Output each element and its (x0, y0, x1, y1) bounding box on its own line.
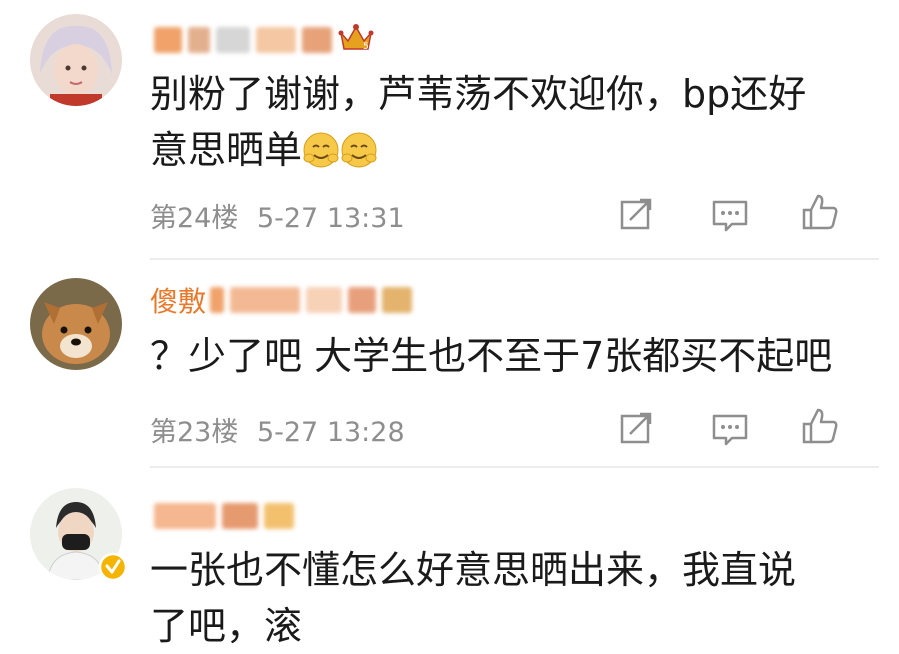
verified-badge-icon (98, 552, 128, 586)
blurred-username (154, 503, 294, 529)
blurred-username (210, 287, 413, 313)
like-icon[interactable] (800, 406, 840, 446)
comment-item: 傻敷 ？少了吧 大学生也不至于7张都买不起吧 第23楼 5-27 13:28 (0, 262, 899, 462)
comment-text-line: ？少了吧 大学生也不至于7张都买不起吧 (150, 334, 833, 378)
username-text: 傻敷 (150, 285, 207, 318)
crown-icon: 5 (338, 21, 374, 60)
blurred-username (154, 27, 332, 53)
comment-item: 一张也不懂怎么好意思晒出来，我直说 了吧，滚 (0, 470, 899, 652)
timestamp: 5-27 13:31 (256, 203, 405, 234)
comment-text-line: 了吧，滚 (150, 604, 303, 648)
comment-text-line: 意思晒单 (150, 122, 850, 178)
comment-text: 一张也不懂怎么好意思晒出来，我直说 了吧，滚 (150, 542, 850, 654)
share-icon[interactable] (616, 408, 656, 448)
comment-icon[interactable] (710, 194, 750, 234)
hug-emoji-icon (302, 128, 340, 168)
floor-number: 第24楼 (150, 203, 239, 234)
comment-text-line: 别粉了谢谢，芦苇荡不欢迎你，bp还好 (150, 72, 807, 116)
username[interactable]: 傻敷 (150, 280, 413, 320)
divider (150, 258, 879, 260)
svg-text:5: 5 (363, 42, 369, 52)
share-icon[interactable] (616, 194, 656, 234)
comment-text: 别粉了谢谢，芦苇荡不欢迎你，bp还好 意思晒单 (150, 66, 850, 178)
avatar[interactable] (30, 14, 122, 106)
comment-meta: 第23楼 5-27 13:28 (150, 410, 405, 449)
avatar[interactable] (30, 278, 122, 370)
comment-meta: 第24楼 5-27 13:31 (150, 196, 405, 235)
comment-text-line-content: 意思晒单 (150, 128, 303, 172)
comment-text-line: 一张也不懂怎么好意思晒出来，我直说 (150, 548, 797, 592)
comment-icon[interactable] (710, 408, 750, 448)
like-icon[interactable] (800, 192, 840, 232)
floor-number: 第23楼 (150, 417, 239, 448)
username[interactable] (150, 496, 294, 536)
hug-emoji-icon (340, 128, 378, 168)
comment-text: ？少了吧 大学生也不至于7张都买不起吧 (150, 328, 850, 384)
divider (150, 466, 879, 468)
timestamp: 5-27 13:28 (256, 417, 405, 448)
username[interactable]: 5 (150, 20, 374, 60)
comment-item: 5 别粉了谢谢，芦苇荡不欢迎你，bp还好 意思晒单 第24楼 5-27 13:3… (0, 0, 899, 250)
